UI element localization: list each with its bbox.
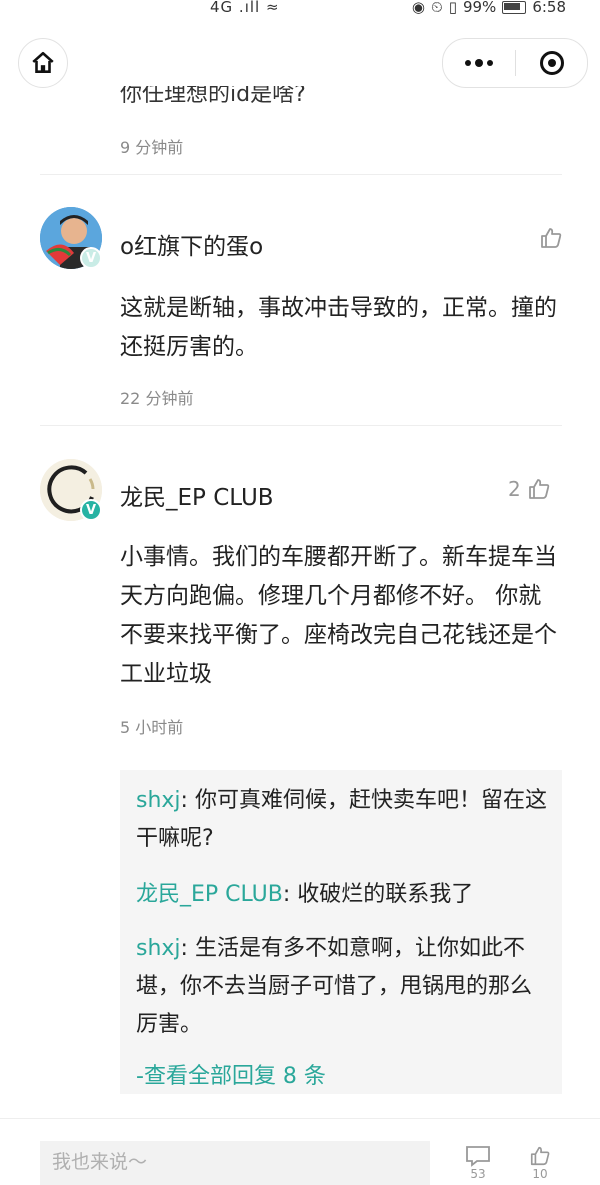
comment-username[interactable]: 龙民_EP CLUB <box>120 478 274 512</box>
reply-text: : 生活是有多不如意啊，让你如此不堪，你不去当厨子可惜了，甩锅甩的那么厉害。 <box>136 936 533 1037</box>
alarm-icon: ⏲ <box>431 0 443 16</box>
like-count: 2 <box>508 477 521 501</box>
comment-bubble-icon <box>466 1146 490 1167</box>
battery-percent: 99% <box>462 0 497 16</box>
like-total: 10 <box>532 1167 548 1181</box>
comment-time: 5 小时前 <box>120 718 184 737</box>
bottom-like-button[interactable]: 10 <box>527 1145 553 1181</box>
reply-item[interactable]: shxj: 你可真难伺候，赶快卖车吧！留在这干嘛呢? <box>136 782 550 858</box>
comment-text: 这就是断轴，事故冲击导致的，正常。撞的还挺厉害的。 <box>120 295 557 360</box>
divider <box>40 174 562 175</box>
clock: 6:58 <box>532 0 566 16</box>
more-dots-icon[interactable] <box>443 39 515 87</box>
status-right: ◉ ⏲ ▯ 99% 6:58 <box>412 0 566 16</box>
view-all-replies-link[interactable]: -查看全部回复 8 条 <box>136 1058 326 1090</box>
vibrate-icon: ▯ <box>448 0 457 16</box>
mini-program-capsule <box>442 38 588 88</box>
divider <box>40 425 562 426</box>
home-icon <box>32 51 54 73</box>
battery-icon <box>502 0 527 14</box>
bottom-comment-bar: 53 10 <box>0 1118 600 1185</box>
comment-input[interactable] <box>40 1141 430 1185</box>
thumbs-up-icon <box>541 228 562 248</box>
home-button[interactable] <box>18 38 68 88</box>
reply-item[interactable]: 龙民_EP CLUB: 收破烂的联系我了 <box>136 876 550 914</box>
close-mini-program-button[interactable] <box>516 39 587 87</box>
verified-badge-icon: V <box>80 499 102 521</box>
reply-text: : 你可真难伺候，赶快卖车吧！留在这干嘛呢? <box>136 788 547 851</box>
comment-username[interactable]: o红旗下的蛋o <box>120 227 263 261</box>
thumbs-up-icon <box>530 1146 550 1166</box>
reply-author[interactable]: shxj <box>136 936 181 961</box>
reply-author[interactable]: shxj <box>136 788 181 813</box>
target-close-icon <box>539 51 564 75</box>
reply-thread: shxj: 你可真难伺候，赶快卖车吧！留在这干嘛呢? 龙民_EP CLUB: 收… <box>120 770 562 1094</box>
like-button[interactable]: 2 <box>508 477 551 501</box>
reply-text: : 收破烂的联系我了 <box>282 882 474 907</box>
reply-item[interactable]: shxj: 生活是有多不如意啊，让你如此不堪，你不去当厨子可惜了，甩锅甩的那么厉… <box>136 930 550 1044</box>
thumbs-up-icon <box>528 479 549 499</box>
verified-badge-icon: V <box>80 247 102 269</box>
like-button[interactable] <box>533 226 563 250</box>
comment-time: 9 分钟前 <box>120 138 184 157</box>
comment-text: 小事情。我们的车腰都开断了。新车提车当天方向跑偏。修理几个月都修不好。 你就不要… <box>120 544 557 687</box>
eye-icon: ◉ <box>411 0 425 16</box>
signal-icon: 4G .ıll ≈ <box>210 0 280 16</box>
status-bar: 4G .ıll ≈ ◉ ⏲ ▯ 99% 6:58 <box>0 0 600 18</box>
partial-comment-text: 你任理想的id是啥? <box>120 86 306 104</box>
comment-time: 22 分钟前 <box>120 389 194 408</box>
comment-count: 53 <box>470 1167 486 1181</box>
reply-author[interactable]: 龙民_EP CLUB <box>136 882 283 907</box>
comments-button[interactable]: 53 <box>465 1145 491 1181</box>
